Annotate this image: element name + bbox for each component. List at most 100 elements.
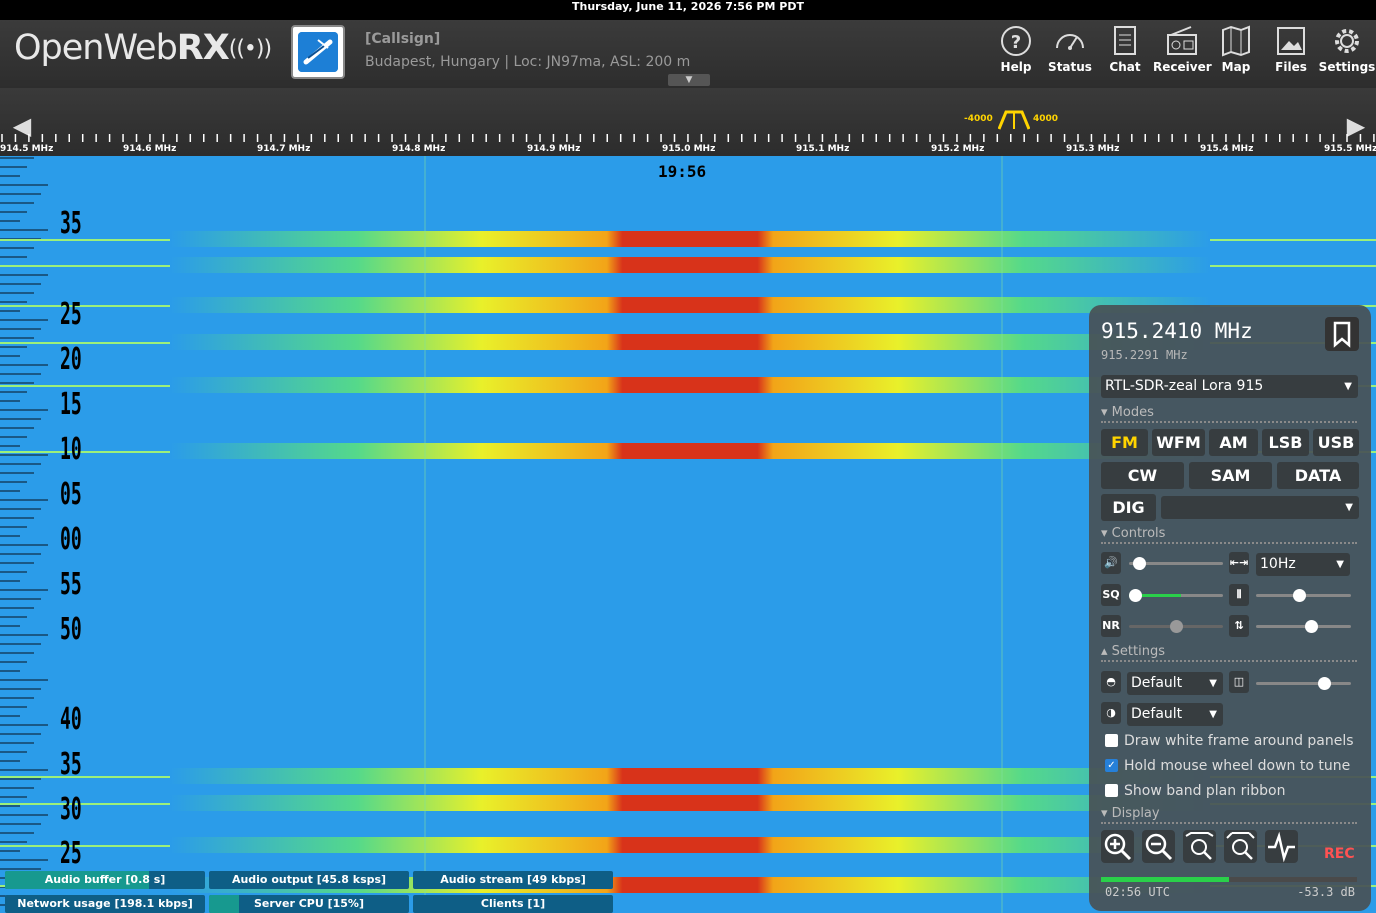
scale-ticks bbox=[1, 134, 1375, 142]
waterfall-signal-burst bbox=[170, 334, 1210, 350]
section-modes-header[interactable]: ▾ Modes bbox=[1101, 405, 1357, 423]
squelch-slider[interactable] bbox=[1129, 589, 1223, 602]
zoom-reset-button[interactable] bbox=[1224, 830, 1257, 863]
nav-chat-button[interactable]: Chat bbox=[1097, 24, 1153, 82]
zoom-width-icon: ◫ bbox=[1229, 671, 1249, 693]
nav-files-button[interactable]: Files bbox=[1263, 24, 1319, 82]
slider-knob[interactable] bbox=[1292, 589, 1306, 602]
collapse-header-button[interactable]: ▼ bbox=[668, 74, 710, 86]
passband-filter-icon[interactable] bbox=[998, 110, 1030, 130]
slider-knob[interactable] bbox=[1133, 557, 1147, 570]
status-audio-stream[interactable]: Audio stream [49 kbps] bbox=[413, 871, 613, 889]
theme-select[interactable]: Default ▼ bbox=[1127, 672, 1223, 695]
time-label: 20 bbox=[60, 342, 82, 377]
profile-select[interactable]: RTL-SDR-zeal Lora 915 ▼ bbox=[1101, 375, 1358, 398]
record-button[interactable]: REC bbox=[1324, 846, 1355, 862]
noise-reduction-slider[interactable] bbox=[1129, 620, 1223, 633]
mode-lsb-button[interactable]: LSB bbox=[1262, 429, 1309, 456]
chat-icon bbox=[1114, 26, 1136, 55]
nav-status-button[interactable]: Status bbox=[1042, 24, 1098, 82]
status-network-usage[interactable]: Network usage [198.1 kbps] bbox=[5, 895, 205, 913]
volume-slider[interactable] bbox=[1129, 557, 1223, 570]
frequency-scale[interactable]: ◀ ▶ -4000 4000 914.5 MHz 914.6 MHz 914.7… bbox=[0, 88, 1376, 156]
slider-knob[interactable] bbox=[1169, 620, 1183, 633]
section-display-header[interactable]: ▾ Display bbox=[1101, 806, 1357, 824]
nav-help-button[interactable]: ? Help bbox=[988, 24, 1044, 82]
time-label: 35 bbox=[60, 747, 82, 782]
os-datetime: Thursday, June 11, 2026 7:56 PM PDT bbox=[572, 0, 804, 13]
noise-reduction-button[interactable]: NR bbox=[1101, 615, 1121, 637]
auto-adjust-button[interactable] bbox=[1265, 830, 1298, 863]
nav-settings-button[interactable]: Settings bbox=[1318, 24, 1376, 82]
agc-icon: ⇅ bbox=[1229, 615, 1249, 637]
status-server-cpu[interactable]: Server CPU [15%] bbox=[209, 895, 409, 913]
zoom-out-button[interactable] bbox=[1142, 830, 1175, 863]
receiver-avatar[interactable] bbox=[291, 25, 345, 79]
mode-wfm-button[interactable]: WFM bbox=[1152, 429, 1205, 456]
nav-map-button[interactable]: Map bbox=[1208, 24, 1264, 82]
openwebrx-logo[interactable]: OpenWebRX((•)) bbox=[14, 28, 272, 68]
waterfall-signal-burst bbox=[170, 297, 1210, 313]
freq-label: 915.3 MHz bbox=[1066, 144, 1120, 154]
section-controls-header[interactable]: ▾ Controls bbox=[1101, 526, 1357, 544]
nav-label: Files bbox=[1275, 60, 1307, 74]
volume-mute-button[interactable]: 🔊 bbox=[1101, 552, 1121, 574]
logo-text: OpenWeb bbox=[14, 28, 178, 68]
agc-slider[interactable] bbox=[1256, 620, 1351, 633]
slider-knob[interactable] bbox=[1317, 677, 1331, 690]
mode-data-button[interactable]: DATA bbox=[1277, 462, 1359, 489]
status-clients[interactable]: Clients [1] bbox=[413, 895, 613, 913]
theme-icon: ◓ bbox=[1101, 671, 1121, 693]
mode-dig-button[interactable]: DIG bbox=[1101, 494, 1156, 521]
time-label: 40 bbox=[60, 702, 82, 737]
tuning-step-select[interactable]: 10Hz ▼ bbox=[1256, 553, 1350, 576]
waterfall-signal-burst bbox=[170, 257, 1210, 273]
checkbox-box[interactable] bbox=[1105, 733, 1118, 747]
mode-sam-button[interactable]: SAM bbox=[1189, 462, 1272, 489]
nav-label: Settings bbox=[1318, 60, 1376, 74]
os-menu-bar: Thursday, June 11, 2026 7:56 PM PDT bbox=[0, 0, 1376, 20]
checkbox-box[interactable] bbox=[1105, 783, 1118, 797]
slider-knob[interactable] bbox=[1129, 589, 1142, 602]
checkbox-box[interactable]: ✓ bbox=[1105, 758, 1118, 772]
mode-usb-button[interactable]: USB bbox=[1313, 429, 1359, 456]
time-label: 35 bbox=[60, 206, 82, 241]
map-icon bbox=[1222, 25, 1250, 57]
zoom-in-icon bbox=[1104, 833, 1132, 861]
gain-icon: ⫴ bbox=[1229, 584, 1249, 606]
time-label: 25 bbox=[60, 297, 82, 332]
section-settings-header[interactable]: ▴ Settings bbox=[1101, 644, 1357, 662]
gain-slider[interactable] bbox=[1256, 589, 1351, 602]
squelch-auto-button[interactable]: SQ bbox=[1101, 584, 1121, 606]
contrast-select[interactable]: Default ▼ bbox=[1127, 703, 1223, 726]
radio-icon bbox=[1167, 26, 1197, 55]
waterfall-zoom-slider[interactable] bbox=[1256, 677, 1351, 690]
bookmark-button[interactable] bbox=[1325, 317, 1359, 351]
gauge-icon bbox=[1056, 34, 1084, 50]
digital-mode-select[interactable]: ▼ bbox=[1161, 496, 1359, 519]
nav-label: Status bbox=[1048, 60, 1092, 74]
waterfall-signal-burst bbox=[170, 795, 1210, 811]
dropdown-arrow-icon: ▼ bbox=[1336, 559, 1344, 570]
tuned-frequency[interactable]: 915.2410 MHz bbox=[1101, 319, 1253, 343]
zoom-fit-button[interactable] bbox=[1183, 830, 1216, 863]
checkbox-white-frame[interactable]: Draw white frame around panels bbox=[1105, 733, 1354, 749]
zoom-in-button[interactable] bbox=[1101, 830, 1134, 863]
speaker-icon: 🔊 bbox=[1104, 556, 1118, 569]
receiver-control-panel: 915.2410 MHz 915.2291 MHz RTL-SDR-zeal L… bbox=[1089, 305, 1371, 911]
status-audio-buffer[interactable]: Audio buffer [0.8 s] bbox=[5, 871, 205, 889]
status-audio-output[interactable]: Audio output [45.8 ksps] bbox=[209, 871, 409, 889]
nav-receiver-button[interactable]: Receiver bbox=[1153, 24, 1212, 82]
chevron-down-icon: ▼ bbox=[685, 75, 693, 85]
freq-label: 914.7 MHz bbox=[257, 144, 311, 154]
checkbox-mouse-wheel-tune[interactable]: ✓ Hold mouse wheel down to tune bbox=[1105, 758, 1350, 774]
checkbox-band-plan-ribbon[interactable]: Show band plan ribbon bbox=[1105, 783, 1285, 799]
time-label: 55 bbox=[60, 567, 82, 602]
mode-cw-button[interactable]: CW bbox=[1101, 462, 1184, 489]
status-label: Audio stream [49 kbps] bbox=[440, 873, 586, 886]
s-meter-level bbox=[1101, 877, 1229, 882]
slider-knob[interactable] bbox=[1305, 620, 1319, 633]
mode-am-button[interactable]: AM bbox=[1209, 429, 1258, 456]
mode-fm-button[interactable]: FM bbox=[1101, 429, 1148, 456]
signal-level-db: -53.3 dB bbox=[1297, 885, 1355, 899]
